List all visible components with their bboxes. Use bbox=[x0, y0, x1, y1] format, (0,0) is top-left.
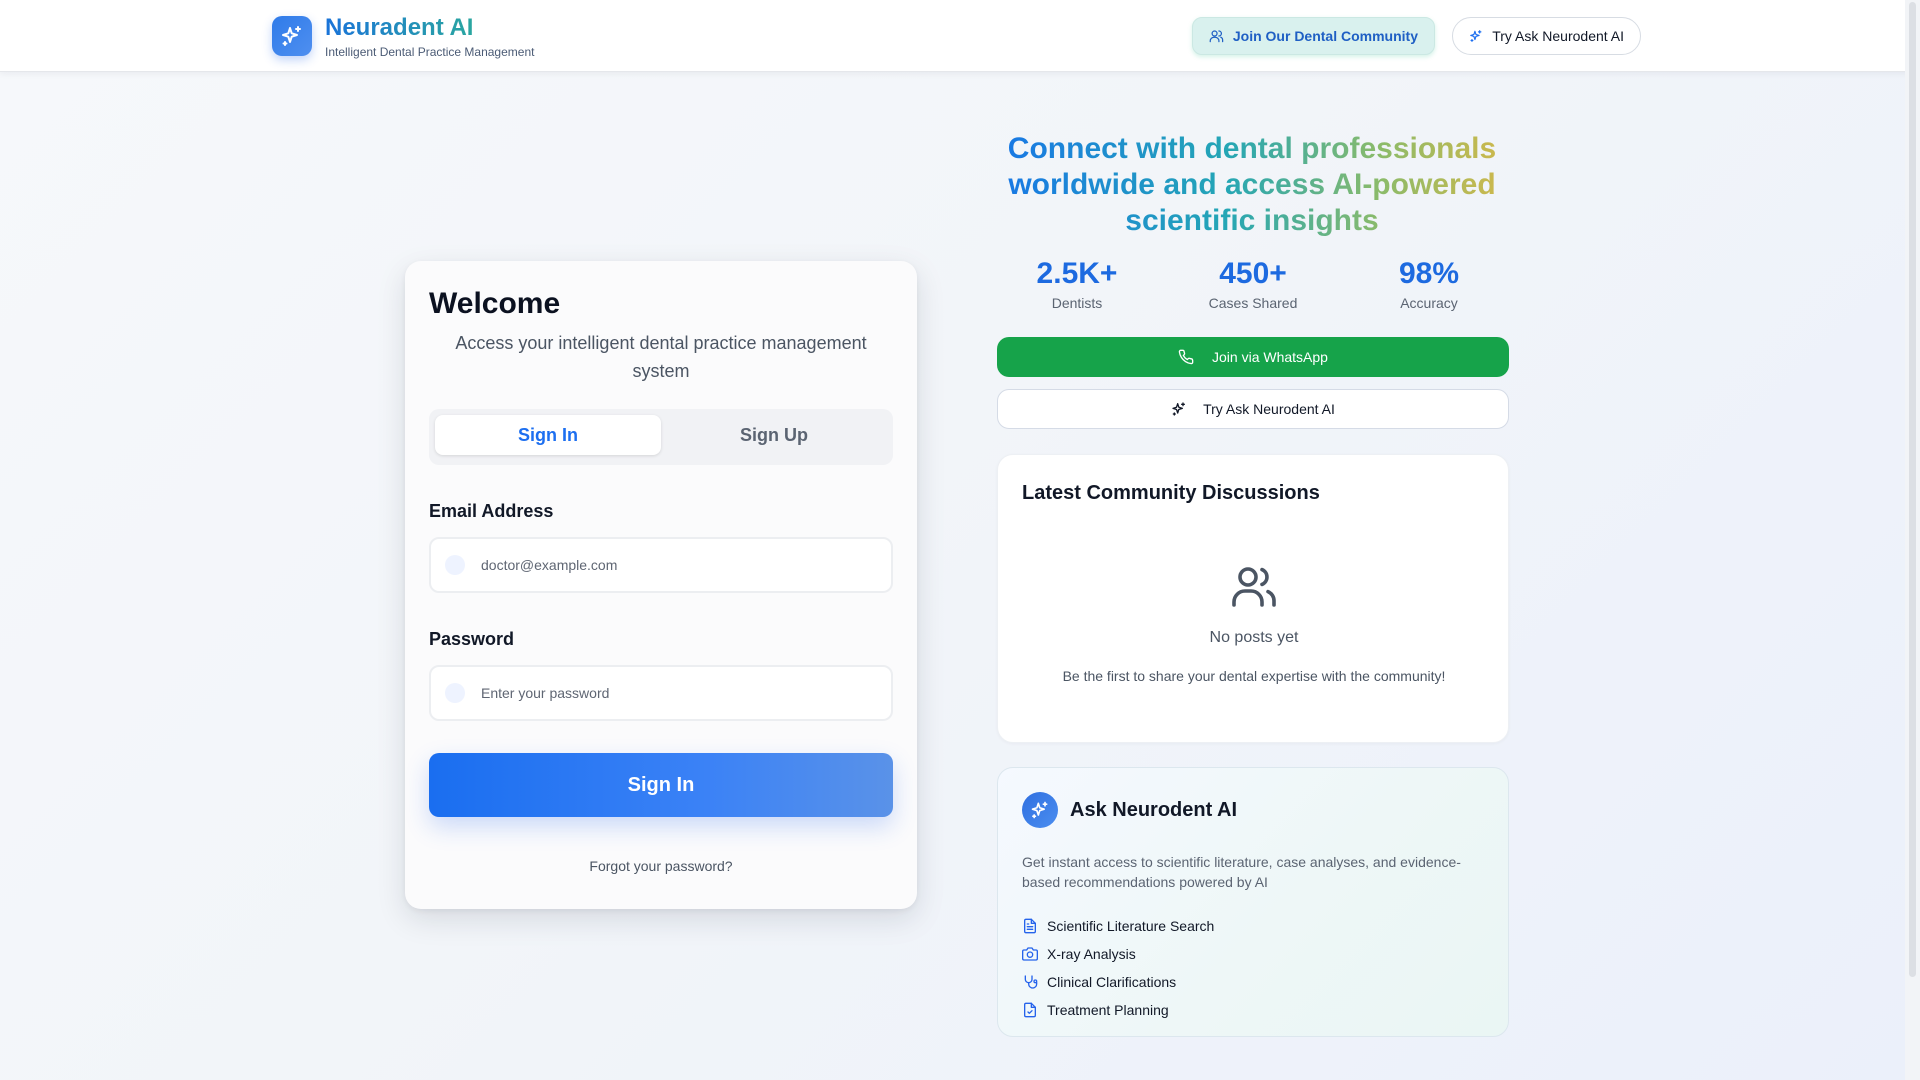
welcome-subtitle: Access your intelligent dental practice … bbox=[455, 333, 867, 381]
stat-value: 450+ bbox=[1219, 257, 1287, 290]
feature-label: Scientific Literature Search bbox=[1047, 918, 1215, 934]
stat-label: Dentists bbox=[1051, 295, 1103, 311]
sparkles-icon bbox=[1031, 801, 1048, 819]
feature-item: X-ray Analysis bbox=[1022, 946, 1136, 962]
feature-label: X-ray Analysis bbox=[1047, 946, 1136, 962]
sparkles-icon bbox=[1172, 402, 1186, 416]
community-discussions-card: Latest Community Discussions No posts ye… bbox=[997, 454, 1509, 743]
feature-label: Clinical Clarifications bbox=[1047, 974, 1177, 990]
lock-icon bbox=[445, 683, 465, 703]
try-ask-ai-header-button[interactable]: Try Ask Neurodent AI bbox=[1452, 17, 1641, 55]
tab-sign-up[interactable]: Sign Up bbox=[661, 415, 887, 455]
email-input[interactable] bbox=[479, 539, 879, 591]
sparkles-icon bbox=[282, 26, 301, 46]
no-posts-text: No posts yet bbox=[1209, 629, 1299, 646]
join-community-button[interactable]: Join Our Dental Community bbox=[1192, 17, 1435, 55]
stat-label: Cases Shared bbox=[1208, 295, 1298, 311]
password-field-wrapper bbox=[429, 665, 893, 721]
camera-icon bbox=[1022, 947, 1038, 961]
top-header: Neuradent AI Intelligent Dental Practice… bbox=[0, 0, 1920, 72]
mail-icon bbox=[445, 555, 465, 575]
try-ask-ai-header-label: Try Ask Neurodent AI bbox=[1492, 28, 1624, 44]
stat-accuracy: 98% Accuracy bbox=[1344, 256, 1514, 311]
brand-tagline: Intelligent Dental Practice Management bbox=[325, 45, 535, 59]
feature-item: Scientific Literature Search bbox=[1022, 918, 1214, 934]
feature-label: Treatment Planning bbox=[1047, 1002, 1169, 1018]
ask-neurodent-card: Ask Neurodent AI Get instant access to s… bbox=[997, 767, 1509, 1037]
auth-tabs: Sign In Sign Up bbox=[429, 409, 893, 465]
email-field-wrapper bbox=[429, 537, 893, 593]
scrollbar-thumb[interactable] bbox=[1909, 2, 1916, 977]
sparkles-icon bbox=[1470, 30, 1482, 42]
ask-ai-description: Get instant access to scientific literat… bbox=[1022, 854, 1461, 890]
welcome-title: Welcome bbox=[429, 287, 561, 320]
brand-name: Neuradent AI bbox=[325, 14, 474, 41]
feature-item: Clinical Clarifications bbox=[1022, 974, 1176, 990]
auth-card: Welcome Access your intelligent dental p… bbox=[405, 261, 917, 909]
logo[interactable] bbox=[272, 16, 312, 56]
file-check-icon bbox=[1024, 1002, 1036, 1018]
stat-cases: 450+ Cases Shared bbox=[1168, 256, 1338, 311]
try-ask-ai-button[interactable]: Try Ask Neurodent AI bbox=[997, 389, 1509, 429]
ask-ai-title: Ask Neurodent AI bbox=[1070, 799, 1238, 821]
tab-sign-in[interactable]: Sign In bbox=[435, 415, 661, 455]
discussions-title: Latest Community Discussions bbox=[1022, 482, 1320, 504]
stat-dentists: 2.5K+ Dentists bbox=[992, 256, 1162, 311]
stethoscope-icon bbox=[1024, 975, 1038, 989]
join-whatsapp-button[interactable]: Join via WhatsApp bbox=[997, 337, 1509, 377]
email-label: Email Address bbox=[429, 501, 554, 521]
password-label: Password bbox=[429, 629, 515, 649]
try-ask-ai-label: Try Ask Neurodent AI bbox=[1203, 401, 1335, 417]
document-icon bbox=[1024, 918, 1036, 934]
sign-in-button[interactable]: Sign In bbox=[429, 753, 893, 817]
empty-state-hint: Be the first to share your dental expert… bbox=[1062, 668, 1446, 684]
join-whatsapp-label: Join via WhatsApp bbox=[1212, 349, 1328, 365]
password-input[interactable] bbox=[479, 667, 879, 719]
phone-icon bbox=[1178, 349, 1194, 365]
forgot-password-link[interactable]: Forgot your password? bbox=[429, 858, 893, 874]
stat-label: Accuracy bbox=[1400, 295, 1458, 311]
hero-headline: Connect with dental professionals worldw… bbox=[996, 131, 1508, 239]
feature-item: Treatment Planning bbox=[1022, 1002, 1169, 1018]
join-community-label: Join Our Dental Community bbox=[1232, 28, 1418, 44]
ask-ai-logo bbox=[1022, 792, 1058, 828]
users-icon bbox=[1232, 567, 1276, 607]
stat-value: 2.5K+ bbox=[1036, 257, 1118, 290]
users-icon bbox=[1209, 30, 1224, 43]
stat-value: 98% bbox=[1398, 257, 1460, 290]
